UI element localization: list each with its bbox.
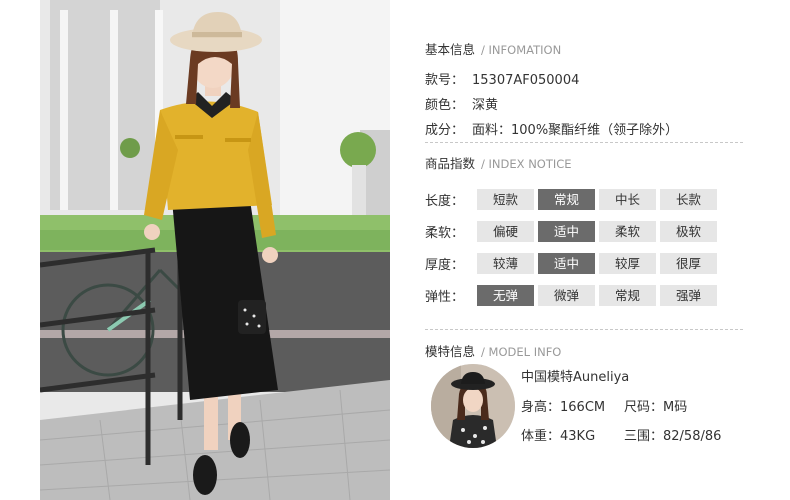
model-name: 中国模特Auneliya	[521, 370, 630, 385]
model-height: 身高：166CM	[521, 400, 606, 415]
rating-option: 短款	[477, 189, 534, 210]
rating-option: 中长	[599, 189, 656, 210]
rating-option: 微弹	[538, 285, 595, 306]
product-photo	[40, 0, 390, 500]
index-heading: 商品指数 / INDEX NOTICE	[425, 153, 572, 172]
rating-option: 常规	[538, 189, 595, 210]
rating-option: 强弹	[660, 285, 717, 306]
rating-option: 很厚	[660, 253, 717, 274]
rating-label: 柔软：	[425, 226, 465, 241]
rating-option: 适中	[538, 221, 595, 242]
rating-label: 弹性：	[425, 290, 465, 305]
model-weight: 体重：43KG	[521, 429, 596, 444]
model-measurements: 三围：82/58/86	[624, 429, 722, 444]
rating-row-elasticity: 弹性： 无弹 微弹 常规 强弹	[425, 285, 721, 306]
rating-option: 适中	[538, 253, 595, 274]
model-info-heading: 模特信息 / MODEL INFO	[425, 341, 561, 360]
model-size: 尺码：M码	[624, 400, 688, 415]
composition-line: 成分： 面料：100%聚酯纤维（领子除外）	[425, 119, 678, 138]
color-line: 颜色： 深黄	[425, 94, 498, 113]
index-title-en: / INDEX NOTICE	[481, 157, 572, 171]
divider-1	[425, 142, 743, 143]
rating-option: 长款	[660, 189, 717, 210]
model-info-title: 模特信息	[425, 344, 476, 359]
color-label: 颜色：	[425, 98, 465, 113]
rating-row-softness: 柔软： 偏硬 适中 柔软 极软	[425, 221, 721, 242]
rating-row-thickness: 厚度： 较薄 适中 较厚 很厚	[425, 253, 721, 274]
model-avatar	[431, 364, 515, 448]
rating-option: 柔软	[599, 221, 656, 242]
sku-line: 款号： 15307AF050004	[425, 69, 579, 88]
rating-option: 无弹	[477, 285, 534, 306]
basic-info-title: 基本信息	[425, 42, 476, 57]
composition-label: 成分：	[425, 123, 465, 138]
rating-row-length: 长度： 短款 常规 中长 长款	[425, 189, 721, 210]
model-info-title-en: / MODEL INFO	[481, 345, 562, 359]
basic-info-heading: 基本信息 / INFOMATION	[425, 39, 561, 58]
rating-option: 偏硬	[477, 221, 534, 242]
rating-label: 厚度：	[425, 258, 465, 273]
index-title: 商品指数	[425, 156, 476, 171]
basic-info-title-en: / INFOMATION	[481, 43, 562, 57]
sku-value: 15307AF050004	[472, 73, 580, 88]
divider-2	[425, 329, 743, 330]
rating-option: 较厚	[599, 253, 656, 274]
rating-label: 长度：	[425, 194, 465, 209]
color-value: 深黄	[472, 98, 499, 113]
rating-option: 极软	[660, 221, 717, 242]
rating-option: 较薄	[477, 253, 534, 274]
sku-label: 款号：	[425, 73, 465, 88]
composition-value: 面料：100%聚酯纤维（领子除外）	[472, 123, 679, 138]
rating-option: 常规	[599, 285, 656, 306]
